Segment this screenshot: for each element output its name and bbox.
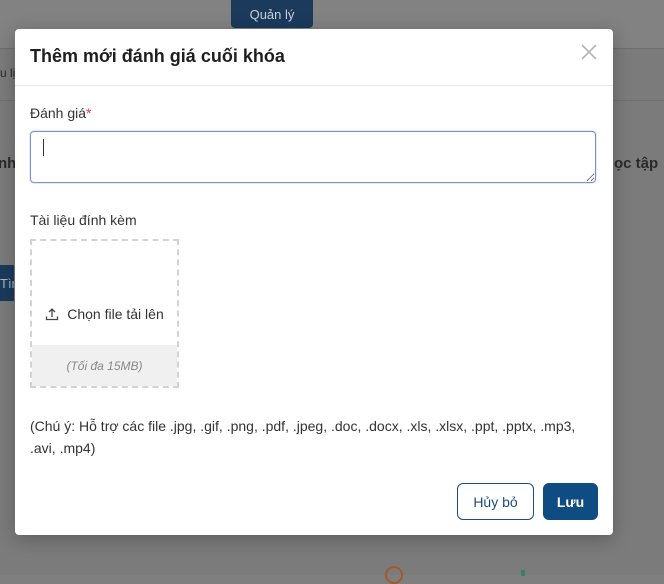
upload-label: Chọn file tải lên [67, 306, 164, 322]
cancel-button[interactable]: Hủy bỏ [457, 483, 534, 520]
background-marker-icon [521, 570, 525, 576]
background-search-button: Tìn [0, 265, 14, 301]
close-button[interactable] [579, 42, 599, 62]
background-text-fragment: u lị [0, 66, 16, 80]
supported-files-note: (Chú ý: Hỗ trợ các file .jpg, .gif, .png… [30, 418, 576, 456]
background-column-fragment-right: ọc tập [614, 155, 659, 172]
attachment-field-label: Tài liệu đính kèm [30, 212, 137, 228]
manage-button: Quản lý [231, 0, 313, 28]
text-cursor [43, 139, 44, 156]
close-icon [581, 44, 597, 60]
save-button[interactable]: Lưu [543, 483, 598, 520]
required-mark: * [86, 105, 92, 121]
review-field-label: Đánh giá* [30, 105, 92, 121]
modal-header: Thêm mới đánh giá cuối khóa [15, 29, 613, 86]
file-upload-dropzone[interactable]: Chọn file tải lên (Tối đa 15MB) [30, 239, 179, 388]
upload-size-limit: (Tối đa 15MB) [32, 345, 177, 386]
background-circle-icon [385, 566, 403, 584]
upload-action[interactable]: Chọn file tải lên [32, 241, 177, 347]
add-review-modal: Thêm mới đánh giá cuối khóa Đánh giá* Tà… [15, 29, 613, 535]
background-search-button-label: Tìn [0, 275, 14, 291]
review-label-text: Đánh giá [30, 105, 87, 121]
upload-icon [46, 308, 59, 321]
review-textarea[interactable] [30, 131, 596, 183]
modal-title: Thêm mới đánh giá cuối khóa [30, 46, 285, 66]
background-column-fragment: nh [0, 155, 17, 172]
